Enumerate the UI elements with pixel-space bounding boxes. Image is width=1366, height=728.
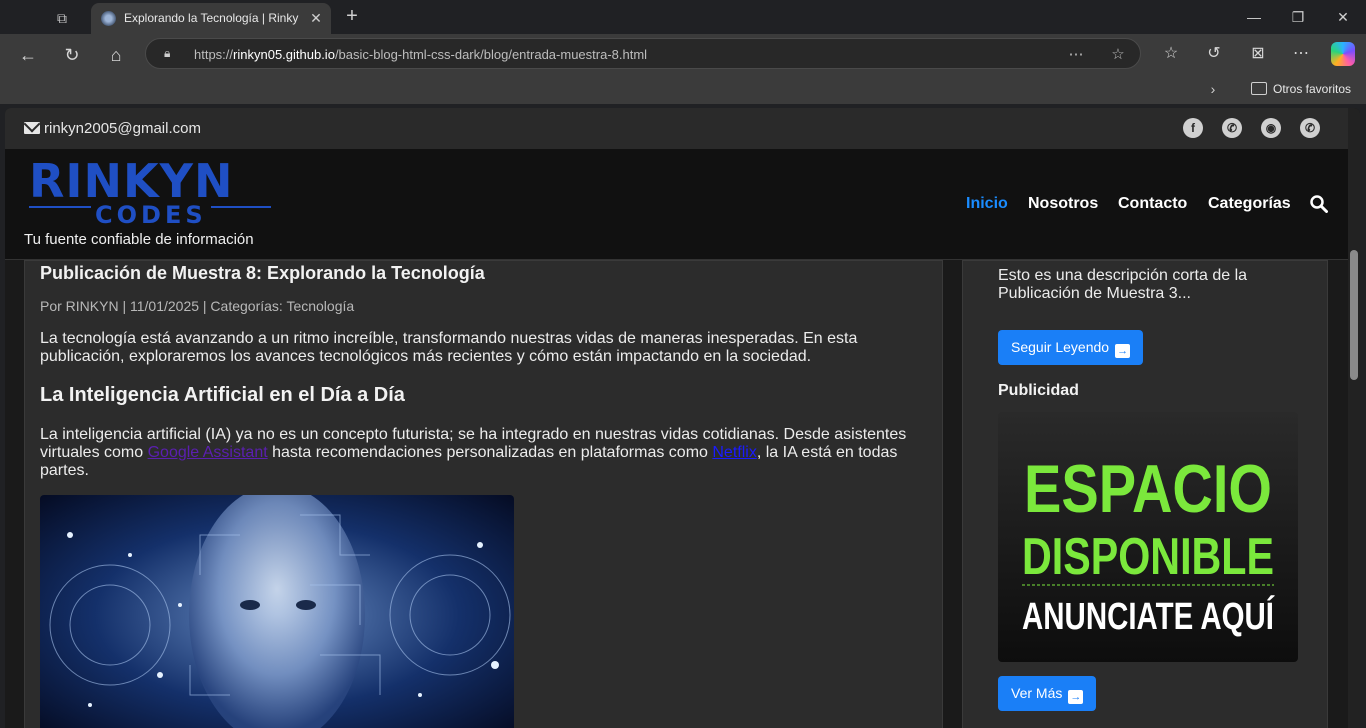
sidebar-post-description: Esto es una descripción corta de la Publ… — [998, 267, 1248, 302]
arrow-right-icon: → — [1115, 344, 1131, 358]
site-tagline: Tu fuente confiable de información — [24, 231, 254, 248]
browser-tab[interactable]: Explorando la Tecnología | Rinkyn Codes … — [91, 3, 331, 34]
article-card: Publicación de Muestra 8: Explorando la … — [24, 260, 943, 728]
bookmarks-bar: › Otros favoritos — [0, 74, 1366, 104]
favorite-star-icon[interactable]: ☆ — [1108, 45, 1128, 65]
back-button[interactable]: ← — [15, 42, 41, 68]
tab-title: Explorando la Tecnología | Rinkyn Codes — [124, 11, 299, 25]
page-scrollbar[interactable] — [1348, 108, 1360, 728]
read-more-button[interactable]: Seguir Leyendo → — [998, 330, 1144, 365]
history-icon[interactable]: ↺ — [1202, 42, 1226, 66]
favicon-icon — [101, 11, 116, 26]
bookmark-folder-label[interactable]: Otros favoritos — [1273, 82, 1351, 96]
browser-toolbar: ← ↻ ⌂ 🔒︎ https://rinkyn05.github.io/basi… — [0, 34, 1366, 74]
google-assistant-link[interactable]: Google Assistant — [148, 444, 268, 461]
ad-line-1: ESPACIO — [1024, 451, 1272, 527]
minimize-button[interactable]: — — [1242, 6, 1266, 28]
ad-line-3: ANUNCIATE AQUÍ — [1022, 594, 1275, 638]
browser-tabstrip: ⧉ Explorando la Tecnología | Rinkyn Code… — [0, 0, 1366, 34]
tab-actions-icon[interactable]: ⧉ — [52, 8, 72, 28]
whatsapp-icon[interactable]: ✆ — [1222, 118, 1242, 138]
sidebar: Esto es una descripción corta de la Publ… — [962, 260, 1328, 728]
netflix-link[interactable]: Netflix — [712, 444, 756, 461]
page-viewport: rinkyn2005@gmail.com f ✆ ◉ ✆ RINKYN CODE… — [5, 108, 1360, 728]
reload-button[interactable]: ↻ — [59, 42, 85, 68]
favorites-icon[interactable]: ☆ — [1159, 42, 1183, 66]
see-more-button[interactable]: Ver Más → — [998, 676, 1097, 711]
ai-face-image — [40, 495, 514, 728]
arrow-right-icon: → — [1068, 690, 1084, 704]
nav-categorias[interactable]: Categorías — [1208, 195, 1291, 213]
folder-icon[interactable] — [1251, 82, 1267, 95]
github-icon[interactable]: ◉ — [1261, 118, 1281, 138]
post-meta: Por RINKYN | 11/01/2025 | Categorías: Te… — [40, 298, 355, 314]
site-logo-subtitle[interactable]: CODES — [91, 201, 211, 229]
close-window-button[interactable]: ✕ — [1331, 6, 1355, 28]
post-paragraph: La inteligencia artificial (IA) ya no es… — [40, 426, 907, 479]
restore-button[interactable]: ❐ — [1286, 6, 1310, 28]
nav-nosotros[interactable]: Nosotros — [1028, 195, 1098, 213]
ad-line-2: DISPONIBLE — [1022, 528, 1274, 586]
copilot-icon[interactable] — [1331, 42, 1355, 66]
contact-email[interactable]: rinkyn2005@gmail.com — [44, 120, 201, 137]
post-subheading: La Inteligencia Artificial en el Día a D… — [40, 384, 405, 406]
settings-menu-icon[interactable]: ⋯ — [1289, 42, 1313, 66]
whatsapp-icon[interactable]: ✆ — [1300, 118, 1320, 138]
site-logo[interactable]: RINKYN — [29, 157, 234, 205]
address-bar[interactable]: 🔒︎ https://rinkyn05.github.io/basic-blog… — [145, 38, 1141, 69]
ads-heading: Publicidad — [998, 382, 1079, 399]
screenshot-icon[interactable]: ⊠ — [1246, 42, 1270, 66]
nav-contacto[interactable]: Contacto — [1118, 195, 1187, 213]
post-intro: La tecnología está avanzando a un ritmo … — [40, 330, 858, 365]
search-icon[interactable] — [1310, 195, 1328, 213]
facebook-icon[interactable]: f — [1183, 118, 1203, 138]
new-tab-button[interactable]: + — [342, 6, 362, 26]
post-title: Publicación de Muestra 8: Explorando la … — [40, 263, 485, 283]
ad-banner[interactable]: ESPACIO DISPONIBLE ANUNCIATE AQUÍ — [998, 412, 1298, 662]
contact-topbar: rinkyn2005@gmail.com f ✆ ◉ ✆ — [5, 108, 1348, 149]
nav-inicio[interactable]: Inicio — [966, 195, 1008, 213]
lock-icon[interactable]: 🔒︎ — [164, 46, 178, 60]
scrollbar-thumb[interactable] — [1350, 250, 1358, 380]
envelope-icon — [24, 122, 40, 134]
close-tab-icon[interactable]: ✕ — [307, 9, 325, 27]
home-button[interactable]: ⌂ — [103, 42, 129, 68]
more-options-icon[interactable]: ⋯ — [1066, 45, 1086, 65]
url-text[interactable]: https://rinkyn05.github.io/basic-blog-ht… — [194, 47, 647, 62]
site-header: RINKYN CODES Tu fuente confiable de info… — [5, 149, 1348, 260]
chevron-right-icon[interactable]: › — [1205, 80, 1221, 98]
